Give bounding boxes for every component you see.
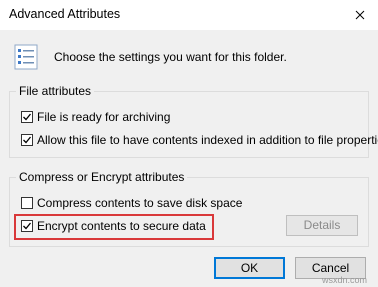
watermark: wsxdn.com (322, 275, 368, 285)
file-attributes-label: File attributes (16, 84, 95, 98)
compress-checkbox[interactable] (21, 197, 33, 209)
highlight-box (14, 214, 214, 240)
compress-encrypt-label: Compress or Encrypt attributes (16, 170, 188, 184)
compress-checkbox-row[interactable]: Compress contents to save disk space (21, 196, 242, 210)
index-checkbox-row[interactable]: Allow this file to have contents indexed… (21, 133, 378, 147)
ok-button[interactable]: OK (214, 257, 285, 279)
file-attributes-group (9, 91, 369, 158)
archive-checkbox-label: File is ready for archiving (37, 110, 171, 124)
header-text: Choose the settings you want for this fo… (54, 50, 287, 64)
folder-settings-icon (14, 44, 38, 70)
details-button[interactable]: Details (286, 215, 358, 236)
archive-checkbox-row[interactable]: File is ready for archiving (21, 110, 170, 124)
index-checkbox[interactable] (21, 134, 33, 146)
archive-checkbox[interactable] (21, 111, 33, 123)
dialog-body (0, 30, 378, 287)
compress-checkbox-label: Compress contents to save disk space (37, 196, 243, 210)
close-icon[interactable] (348, 6, 372, 24)
index-checkbox-label: Allow this file to have contents indexed… (37, 133, 378, 147)
window-title: Advanced Attributes (9, 7, 121, 21)
title-bar: Advanced Attributes (0, 0, 378, 30)
